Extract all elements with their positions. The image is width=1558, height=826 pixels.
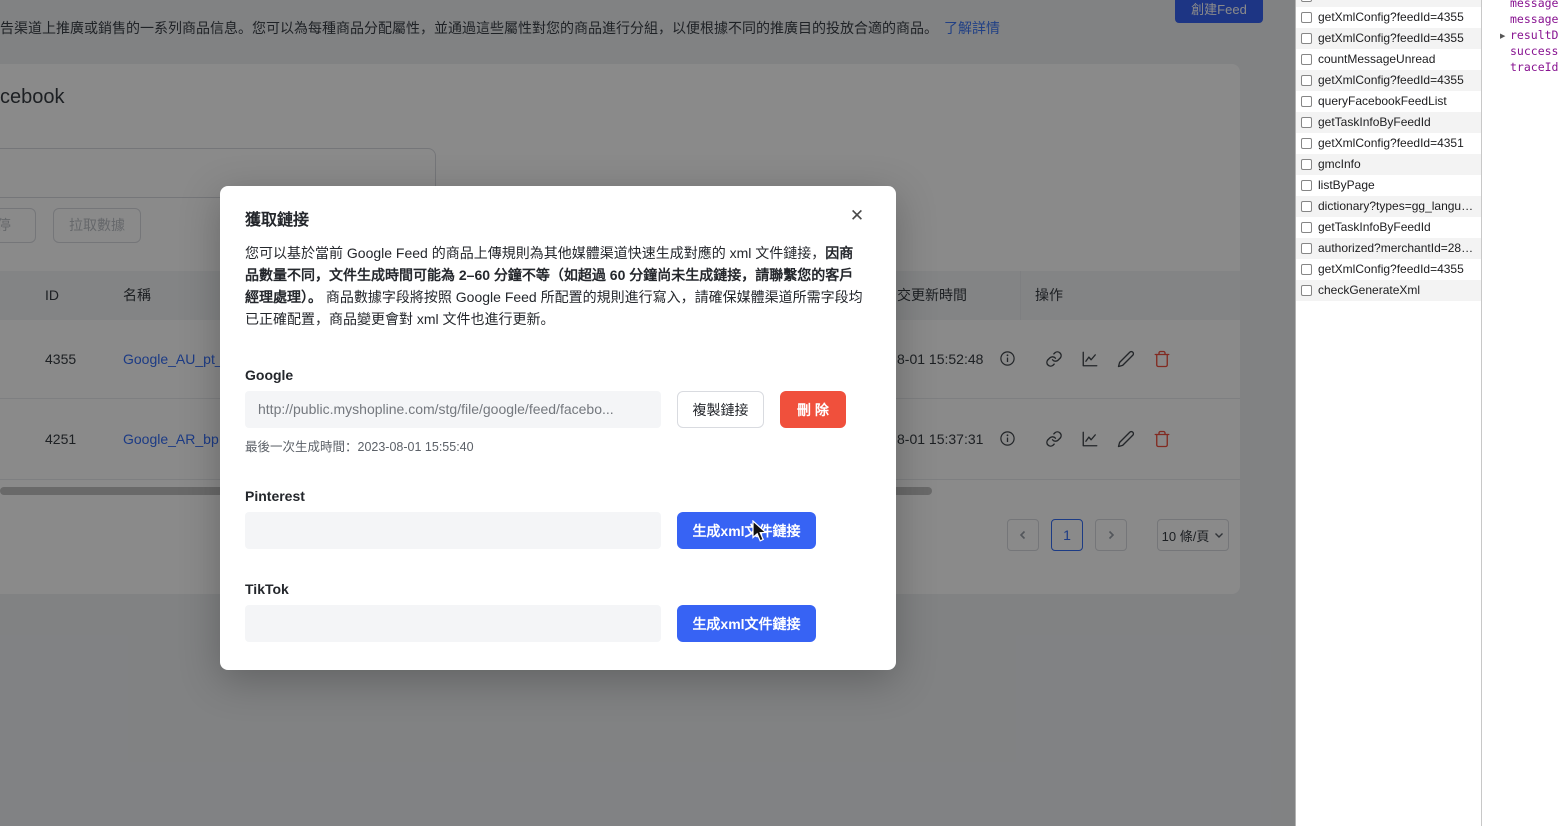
request-name: getTaskInfoByFeedId bbox=[1318, 112, 1478, 133]
close-icon[interactable]: ✕ bbox=[844, 203, 870, 229]
request-checkbox[interactable] bbox=[1301, 264, 1312, 275]
network-request-row[interactable]: gmcInfo bbox=[1296, 154, 1481, 175]
tiktok-generate-button[interactable]: 生成xml文件鏈接 bbox=[677, 605, 816, 642]
devtools-network-panel: getXmlConfig?feedId=4355 getXmlConfig?fe… bbox=[1295, 0, 1558, 826]
request-name: authorized?merchantId=28… bbox=[1318, 238, 1478, 259]
network-request-row[interactable]: listByPage bbox=[1296, 175, 1481, 196]
request-name: checkGenerateXml bbox=[1318, 280, 1478, 301]
request-checkbox[interactable] bbox=[1301, 117, 1312, 128]
request-checkbox[interactable] bbox=[1301, 54, 1312, 65]
google-xml-url-field[interactable]: http://public.myshopline.com/stg/file/go… bbox=[245, 391, 661, 428]
tiktok-section-label: TikTok bbox=[245, 581, 289, 597]
panel-divider[interactable] bbox=[1481, 0, 1482, 826]
network-request-row[interactable]: getXmlConfig?feedId=4355 bbox=[1296, 7, 1481, 28]
network-request-row[interactable]: getXmlConfig?feedId=4351 bbox=[1296, 133, 1481, 154]
request-name: countMessageUnread bbox=[1318, 49, 1478, 70]
network-request-row[interactable]: getTaskInfoByFeedId bbox=[1296, 112, 1481, 133]
delete-link-button[interactable]: 刪 除 bbox=[780, 391, 846, 428]
request-name: getTaskInfoByFeedId bbox=[1318, 217, 1478, 238]
request-checkbox[interactable] bbox=[1301, 159, 1312, 170]
request-checkbox[interactable] bbox=[1301, 180, 1312, 191]
pinterest-generate-button[interactable]: 生成xml文件鏈接 bbox=[677, 512, 816, 549]
json-key: traceId bbox=[1510, 60, 1558, 74]
network-request-row[interactable]: dictionary?types=gg_langu… bbox=[1296, 196, 1481, 217]
request-name: getXmlConfig?feedId=4355 bbox=[1318, 28, 1478, 49]
json-key: message bbox=[1510, 0, 1558, 10]
last-generated-time: 最後一次生成時間：2023-08-01 15:55:40 bbox=[245, 436, 474, 455]
network-request-row[interactable]: getTaskInfoByFeedId bbox=[1296, 217, 1481, 238]
get-link-modal: 獲取鏈接 ✕ 您可以基於當前 Google Feed 的商品上傳規則為其他媒體渠… bbox=[220, 186, 896, 670]
modal-title: 獲取鏈接 bbox=[245, 206, 309, 230]
json-key: message bbox=[1510, 12, 1558, 26]
request-checkbox[interactable] bbox=[1301, 75, 1312, 86]
request-checkbox[interactable] bbox=[1301, 0, 1312, 2]
json-key: resultD bbox=[1510, 28, 1558, 42]
network-request-row[interactable]: countMessageUnread bbox=[1296, 49, 1481, 70]
request-name: getXmlConfig?feedId=4351 bbox=[1318, 133, 1478, 154]
network-request-row[interactable]: getXmlConfig?feedId=4355 bbox=[1296, 28, 1481, 49]
network-request-row[interactable]: authorized?merchantId=28… bbox=[1296, 238, 1481, 259]
pinterest-xml-url-field[interactable] bbox=[245, 512, 661, 549]
request-checkbox[interactable] bbox=[1301, 96, 1312, 107]
request-checkbox[interactable] bbox=[1301, 243, 1312, 254]
request-checkbox[interactable] bbox=[1301, 222, 1312, 233]
request-name: dictionary?types=gg_langu… bbox=[1318, 196, 1478, 217]
network-request-row[interactable]: queryFacebookFeedList bbox=[1296, 91, 1481, 112]
mouse-cursor bbox=[752, 520, 769, 543]
request-checkbox[interactable] bbox=[1301, 33, 1312, 44]
description-normal: 商品數據字段將按照 Google Feed 所配置的規則進行寫入，請確保媒體渠道… bbox=[245, 289, 863, 327]
description-normal: 您可以基於當前 Google Feed 的商品上傳規則為其他媒體渠道快速生成對應… bbox=[245, 245, 825, 261]
network-request-row[interactable] bbox=[1296, 0, 1481, 7]
google-section-label: Google bbox=[245, 367, 293, 383]
tiktok-xml-url-field[interactable] bbox=[245, 605, 661, 642]
disclosure-triangle-icon[interactable]: ▶ bbox=[1500, 32, 1505, 40]
request-name: getXmlConfig?feedId=4355 bbox=[1318, 259, 1478, 280]
modal-description: 您可以基於當前 Google Feed 的商品上傳規則為其他媒體渠道快速生成對應… bbox=[245, 242, 863, 330]
request-name: listByPage bbox=[1318, 175, 1478, 196]
request-name: getXmlConfig?feedId=4355 bbox=[1318, 70, 1478, 91]
pinterest-section-label: Pinterest bbox=[245, 488, 305, 504]
request-name: queryFacebookFeedList bbox=[1318, 91, 1478, 112]
copy-link-button[interactable]: 複製鏈接 bbox=[677, 391, 764, 428]
request-name: gmcInfo bbox=[1318, 154, 1478, 175]
json-key: success bbox=[1510, 44, 1558, 58]
network-request-row[interactable]: checkGenerateXml bbox=[1296, 280, 1481, 301]
request-name: getXmlConfig?feedId=4355 bbox=[1318, 7, 1478, 28]
network-request-row[interactable]: getXmlConfig?feedId=4355 bbox=[1296, 70, 1481, 91]
request-checkbox[interactable] bbox=[1301, 285, 1312, 296]
network-request-row[interactable]: getXmlConfig?feedId=4355 bbox=[1296, 259, 1481, 280]
request-checkbox[interactable] bbox=[1301, 138, 1312, 149]
request-checkbox[interactable] bbox=[1301, 12, 1312, 23]
request-checkbox[interactable] bbox=[1301, 201, 1312, 212]
